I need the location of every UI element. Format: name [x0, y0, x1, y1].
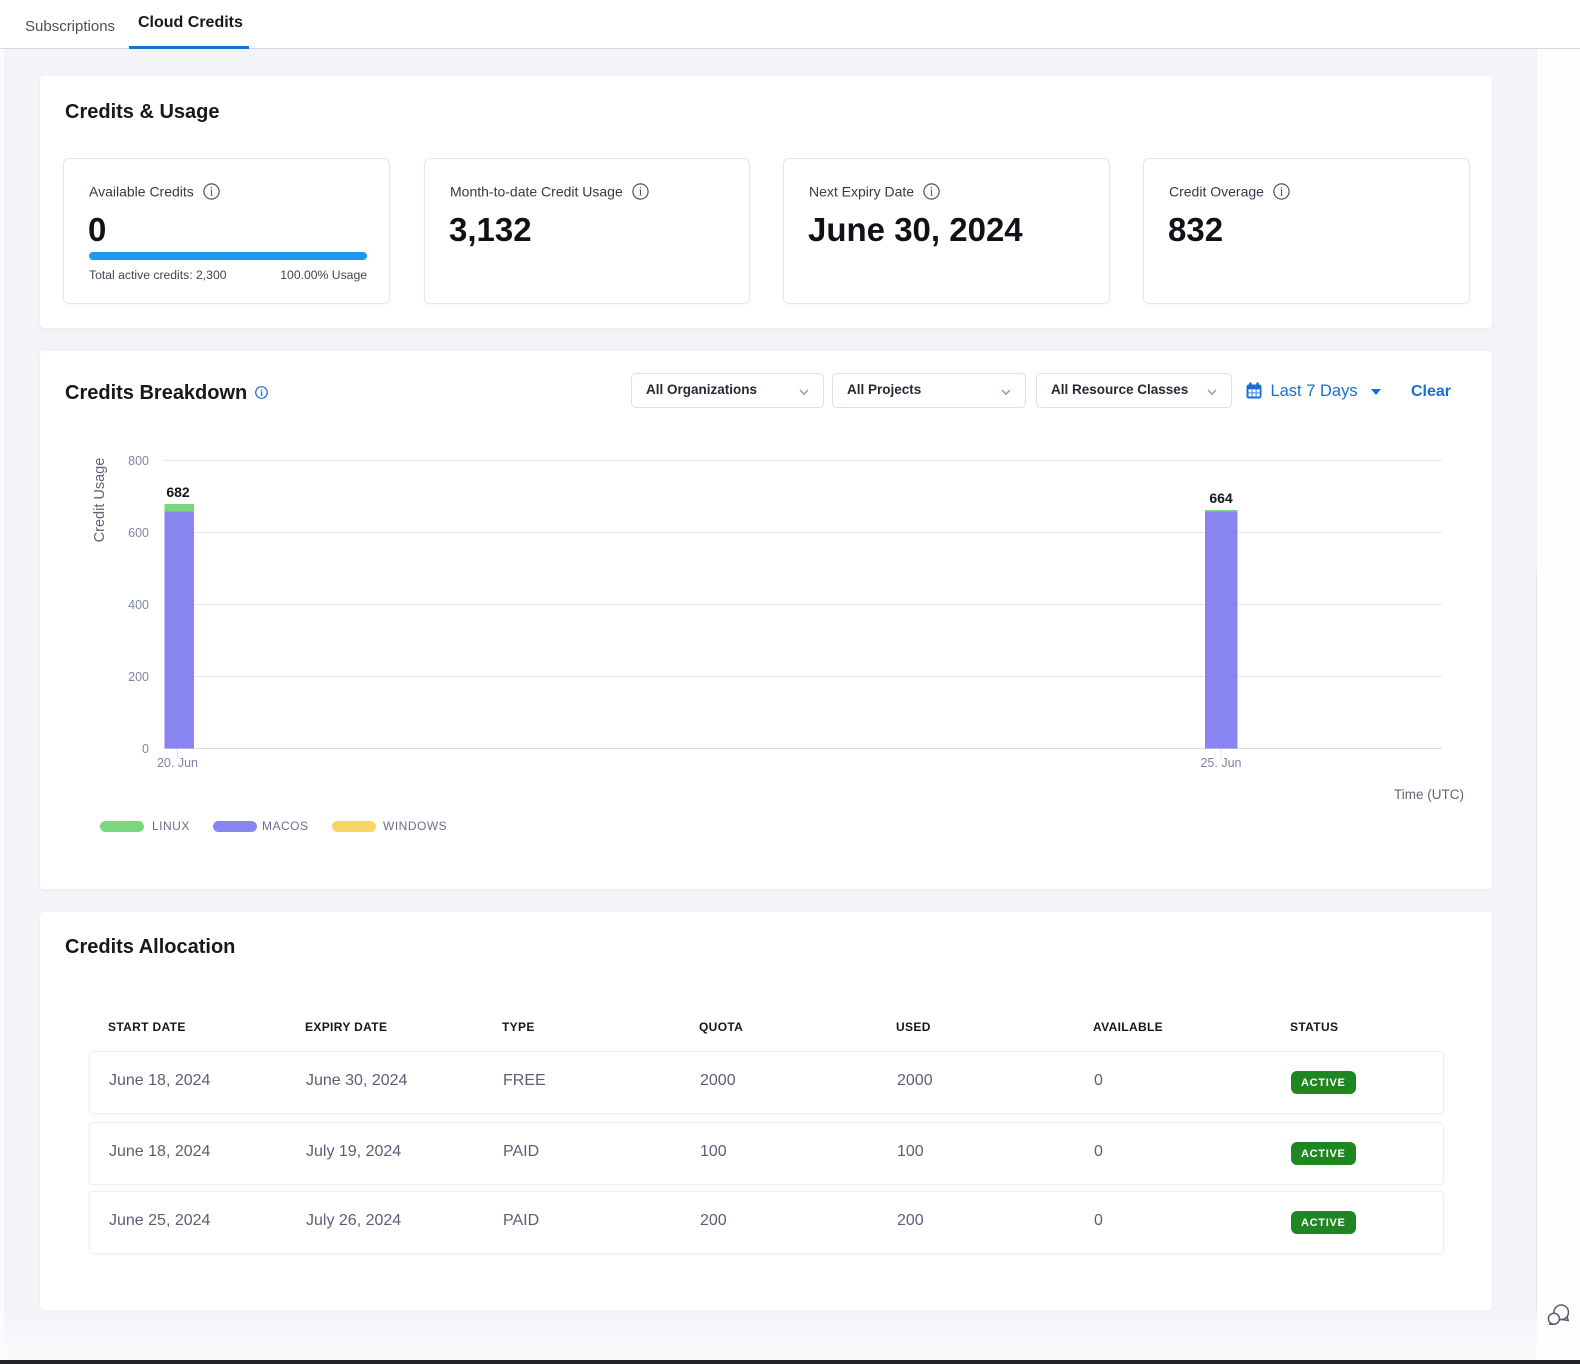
svg-text:800: 800	[128, 454, 149, 468]
svg-text:i: i	[930, 185, 934, 199]
svg-text:600: 600	[128, 526, 149, 540]
svg-text:664: 664	[1209, 490, 1233, 506]
svg-text:200: 200	[128, 670, 149, 684]
svg-text:i: i	[260, 388, 263, 398]
svg-text:682: 682	[166, 484, 190, 500]
svg-text:Time (UTC): Time (UTC)	[1394, 787, 1464, 802]
svg-text:i: i	[638, 185, 642, 199]
svg-text:400: 400	[128, 598, 149, 612]
svg-text:0: 0	[142, 742, 149, 756]
svg-text:i: i	[1280, 185, 1284, 199]
svg-text:i: i	[209, 185, 213, 199]
svg-text:20. Jun: 20. Jun	[157, 756, 198, 770]
svg-text:Credit Usage: Credit Usage	[92, 458, 108, 543]
svg-text:25. Jun: 25. Jun	[1200, 756, 1241, 770]
